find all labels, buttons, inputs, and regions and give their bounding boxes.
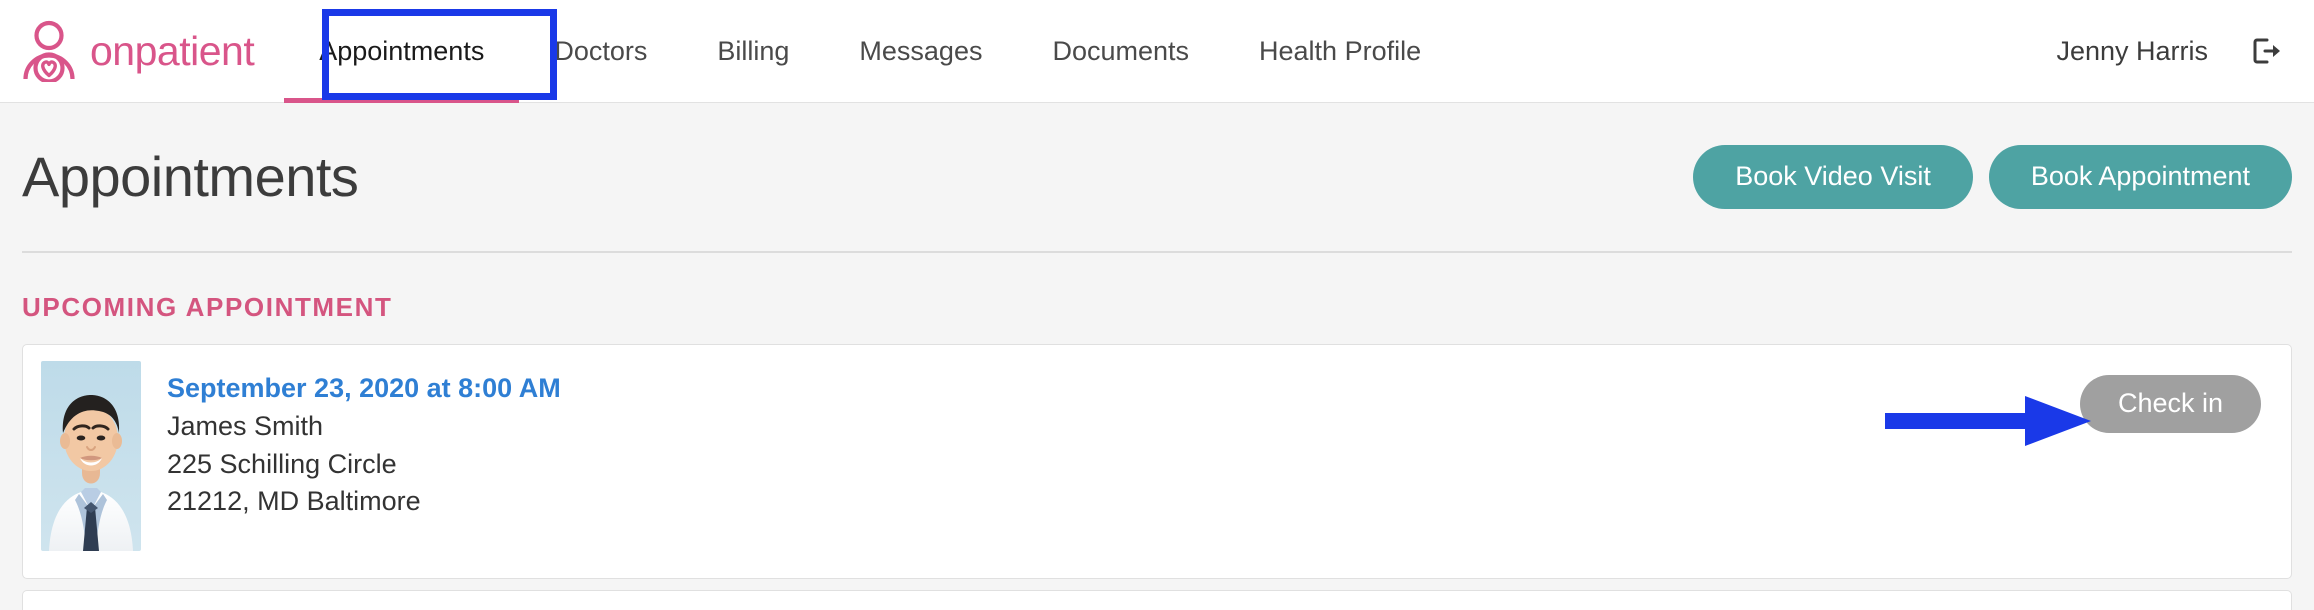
nav-item-label: Doctors bbox=[554, 35, 648, 66]
app-header: onpatient Appointments Doctors Billing M… bbox=[0, 0, 2314, 103]
appointment-datetime-link[interactable]: September 23, 2020 at 8:00 AM bbox=[167, 372, 561, 406]
upcoming-appointment-label: UPCOMING APPOINTMENT bbox=[22, 292, 393, 322]
nav-item-billing[interactable]: Billing bbox=[682, 0, 824, 103]
page-title-row: Appointments Book Video Visit Book Appoi… bbox=[22, 103, 2292, 253]
page-actions: Book Video Visit Book Appointment bbox=[1693, 145, 2292, 209]
header-user-area: Jenny Harris bbox=[2056, 36, 2286, 67]
nav-item-label: Appointments bbox=[319, 35, 485, 66]
book-appointment-button[interactable]: Book Appointment bbox=[1988, 145, 2292, 209]
brand-wordmark: onpatient bbox=[90, 27, 255, 74]
checkin-button-wrap: Check in bbox=[2079, 361, 2273, 433]
appointment-details: September 23, 2020 at 8:00 AM James Smit… bbox=[141, 361, 561, 519]
nav-item-appointments[interactable]: Appointments bbox=[284, 0, 520, 103]
page-title: Appointments bbox=[22, 145, 359, 208]
nav-item-documents[interactable]: Documents bbox=[1017, 0, 1224, 103]
appointment-card[interactable]: September 23, 2020 at 8:00 AM James Smit… bbox=[22, 344, 2292, 579]
nav-item-label: Messages bbox=[859, 35, 983, 66]
book-video-visit-button[interactable]: Book Video Visit bbox=[1693, 145, 1973, 209]
page-body: Appointments Book Video Visit Book Appoi… bbox=[0, 103, 2314, 610]
user-name[interactable]: Jenny Harris bbox=[2056, 36, 2208, 67]
nav-item-doctors[interactable]: Doctors bbox=[519, 0, 682, 103]
appointment-address-line1: 225 Schilling Circle bbox=[167, 448, 397, 479]
nav-item-messages[interactable]: Messages bbox=[824, 0, 1017, 103]
doctor-portrait-photo bbox=[41, 361, 141, 551]
appointment-doctor-name: James Smith bbox=[167, 410, 324, 441]
next-appointment-card[interactable] bbox=[22, 590, 2292, 610]
appointment-address-line2: 21212, MD Baltimore bbox=[167, 486, 421, 517]
nav-item-label: Billing bbox=[717, 35, 790, 66]
onpatient-person-heart-logo-icon bbox=[23, 20, 75, 82]
main-navigation: Appointments Doctors Billing Messages Do… bbox=[284, 0, 1456, 103]
logout-icon[interactable] bbox=[2252, 36, 2282, 66]
nav-item-label: Health Profile bbox=[1259, 35, 1422, 66]
nav-item-label: Documents bbox=[1052, 35, 1190, 66]
check-in-button[interactable]: Check in bbox=[2079, 375, 2261, 433]
nav-item-health-profile[interactable]: Health Profile bbox=[1224, 0, 1456, 103]
brand-logo[interactable]: onpatient bbox=[22, 20, 255, 82]
